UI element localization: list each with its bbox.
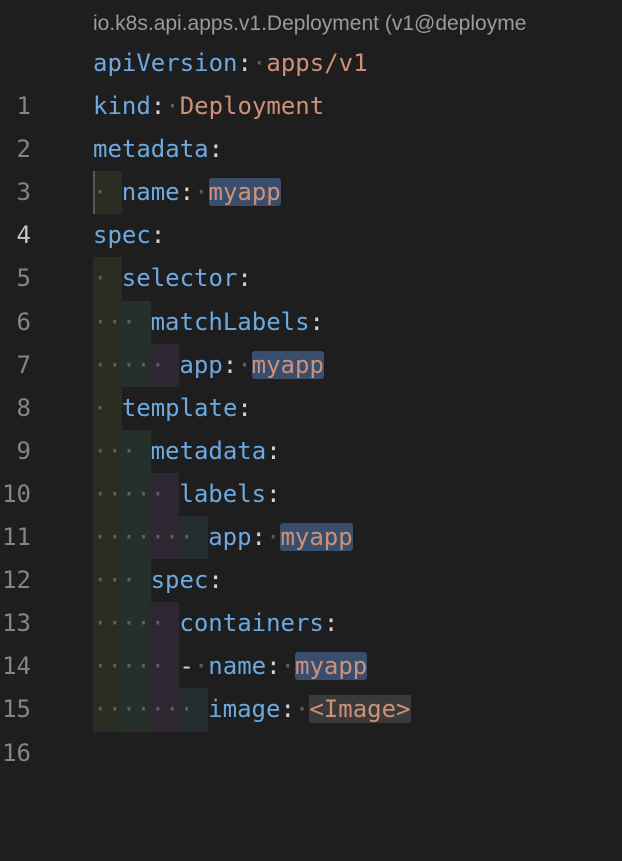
list-dash: - [179, 652, 194, 681]
yaml-key: name [208, 652, 267, 681]
indent-guide: ·· [121, 645, 151, 689]
code-line: 10 ··· metadata: [0, 429, 622, 508]
snippet-placeholder[interactable]: <Image> [309, 695, 411, 724]
yaml-key: containers [179, 609, 324, 638]
line-number: 16 [2, 738, 31, 767]
indent-guide: · [150, 343, 180, 387]
indent-guide: ·· [93, 602, 122, 646]
indent-guide: · [121, 559, 151, 603]
yaml-key: app [179, 350, 223, 379]
yaml-key: template [121, 393, 238, 422]
indent-guide: · [93, 257, 122, 301]
indent-guide: ·· [93, 516, 122, 560]
code-line: 16 ······· image:·<Image> [0, 688, 622, 767]
yaml-value-highlighted: myapp [251, 350, 324, 379]
yaml-key: spec [150, 566, 209, 595]
indent-guide: ·· [93, 688, 122, 732]
indent-guide: ·· [93, 645, 122, 689]
indent-guide: ·· [121, 688, 151, 732]
indent-guide: ·· [121, 472, 151, 517]
indent-guide: · [179, 688, 209, 732]
indent-guide: ·· [93, 472, 122, 517]
code-line: 14 ····· containers: [0, 602, 622, 680]
indent-guide: ·· [93, 300, 122, 344]
indent-guide: · [150, 472, 180, 517]
indent-guide: · [121, 429, 151, 473]
code-line: 9 · template: [0, 386, 622, 465]
yaml-key: spec [93, 221, 151, 250]
code-line: 15 ····· -·name:·myapp [0, 645, 622, 723]
yaml-key: selector [121, 264, 238, 293]
code-editor[interactable]: 1 apiVersion:·apps/v1 2 kind:·Deployment… [0, 42, 622, 767]
indent-guide: ·· [121, 602, 151, 646]
yaml-key: app [208, 523, 252, 552]
yaml-key: matchLabels [150, 307, 310, 336]
code-line: 6 · selector: [0, 257, 622, 336]
indent-guide: · [93, 171, 122, 215]
indent-guide: · [121, 300, 151, 344]
indent-guide: · [150, 602, 180, 646]
yaml-key: image [208, 695, 281, 724]
yaml-value-highlighted: myapp [208, 178, 281, 207]
yaml-key: name [121, 178, 180, 207]
codelens-schema-label[interactable]: io.k8s.api.apps.v1.Deployment (v1@deploy… [93, 8, 526, 40]
indent-guide: ·· [93, 429, 122, 473]
indent-guide: · [93, 386, 122, 430]
code-line: 2 kind:·Deployment [0, 85, 622, 163]
indent-guide: ·· [150, 516, 180, 560]
yaml-key: apiVersion [93, 49, 238, 77]
yaml-key: metadata [150, 436, 267, 465]
yaml-key: labels [179, 479, 267, 508]
indent-guide: · [150, 645, 180, 689]
code-line: 3 metadata: [0, 128, 622, 206]
code-line: 7 ··· matchLabels: [0, 300, 622, 379]
yaml-value: apps/v1 [266, 49, 368, 77]
code-line-active: 4 · name:·myapp [0, 171, 622, 249]
indent-guide: ·· [121, 516, 151, 560]
yaml-key: metadata [93, 135, 209, 164]
yaml-key: kind [93, 92, 151, 121]
code-line: 8 ····· app:·myapp [0, 343, 622, 422]
indent-guide: ·· [150, 688, 180, 732]
yaml-value-highlighted: myapp [295, 652, 368, 681]
code-line: 13 ··· spec: [0, 559, 622, 637]
code-line: 5 spec: [0, 214, 622, 292]
yaml-value: Deployment [179, 92, 325, 121]
code-line: 12 ······· app:·myapp [0, 516, 622, 594]
yaml-value-highlighted: myapp [280, 523, 353, 552]
indent-guide: ·· [121, 343, 151, 387]
code-line: 1 apiVersion:·apps/v1 [0, 42, 622, 120]
indent-guide: ·· [93, 343, 122, 387]
indent-guide: · [179, 516, 209, 560]
indent-guide: ·· [93, 559, 122, 603]
code-line: 11 ····· labels: [0, 472, 622, 551]
